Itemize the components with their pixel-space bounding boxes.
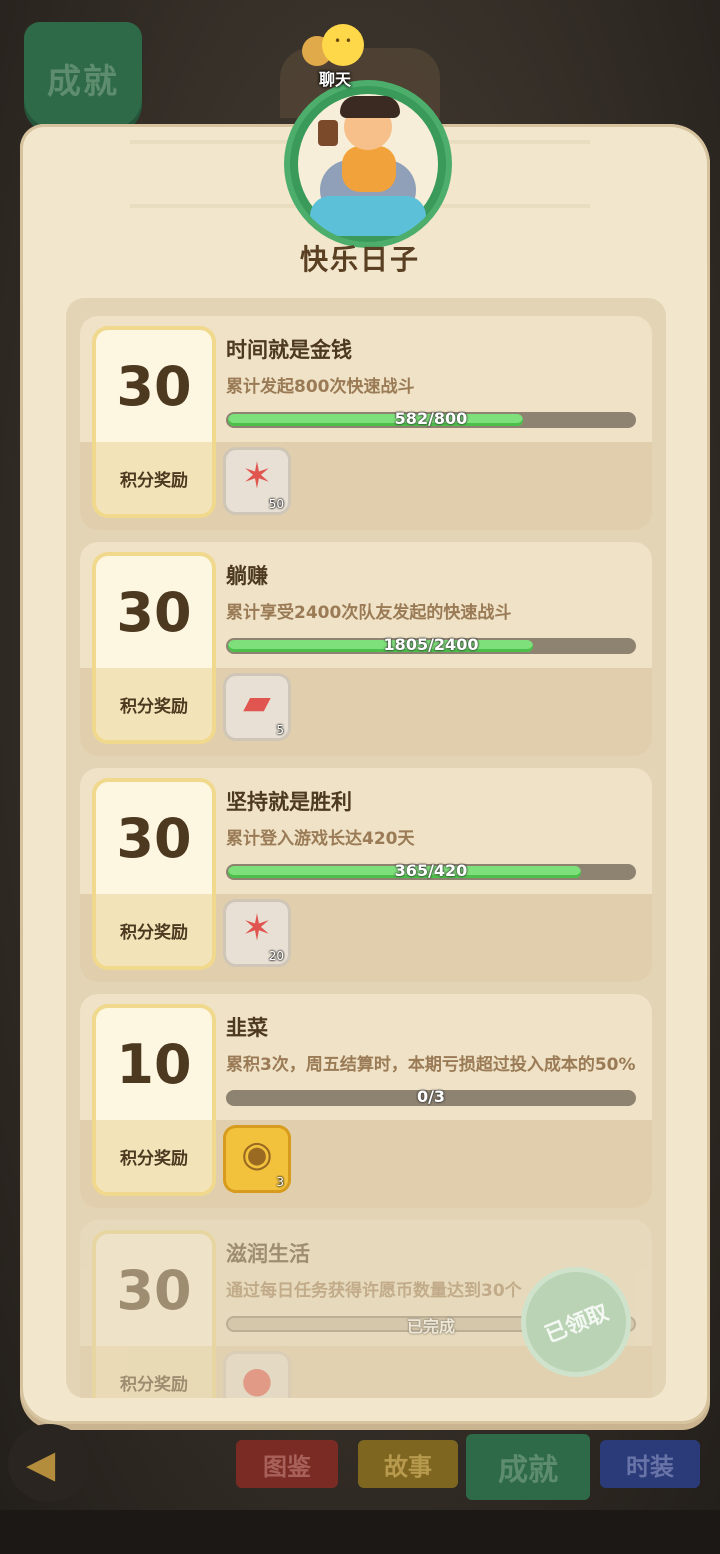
- points-label: 积分奖励: [96, 668, 212, 740]
- reward-count: 20: [268, 949, 284, 963]
- points-label: 积分奖励: [96, 1346, 212, 1398]
- achievement-description: 累计发起800次快速战斗: [226, 377, 415, 397]
- achievement-name: 时间就是金钱: [226, 338, 352, 362]
- treasure-icon: ◉: [241, 1134, 273, 1175]
- achievement-name: 韭菜: [226, 1016, 268, 1040]
- tab-catalog[interactable]: 图鉴: [236, 1440, 338, 1488]
- back-button[interactable]: ◀: [8, 1424, 90, 1502]
- progress-text: 0/3: [416, 1087, 446, 1106]
- tab-badge-label: 成就: [47, 61, 119, 102]
- chat-label: 聊天: [318, 70, 351, 89]
- points-value: 30: [116, 580, 192, 644]
- progress-bar: 582/800: [226, 409, 636, 428]
- reward-item[interactable]: ▰ 5: [226, 676, 288, 738]
- reward-count: 5: [276, 723, 284, 737]
- points-label: 积分奖励: [96, 1120, 212, 1192]
- page-title: 快乐日子: [299, 243, 420, 276]
- player-avatar[interactable]: [290, 86, 446, 242]
- points-box: 30 积分奖励: [96, 1234, 212, 1398]
- achievement-description: 累积3次，周五结算时，本期亏损超过投入成本的50%: [226, 1055, 636, 1075]
- achievement-description: 累计享受2400次队友发起的快速战斗: [226, 603, 512, 623]
- progress-bar: 365/420: [226, 861, 636, 880]
- points-label: 积分奖励: [96, 442, 212, 514]
- achievement-card: 30 积分奖励 坚持就是胜利 累计登入游戏长达420天 365/420 ✶ 20: [80, 768, 652, 982]
- achievement-list[interactable]: 30 积分奖励 时间就是金钱 累计发起800次快速战斗 582/800 ✶ 50…: [66, 298, 666, 1398]
- reward-count: 3: [276, 1175, 284, 1189]
- points-label: 积分奖励: [96, 894, 212, 966]
- progress-text: 1805/2400: [383, 635, 479, 654]
- achievement-name: 滋润生活: [226, 1242, 310, 1266]
- chat-button[interactable]: 聊天: [300, 22, 370, 92]
- starfish-icon: ✶: [241, 908, 273, 949]
- progress-text: 582/800: [394, 409, 468, 428]
- points-value: 30: [116, 806, 192, 870]
- reward-item[interactable]: ●: [226, 1354, 288, 1398]
- points-box: 30 积分奖励: [96, 556, 212, 740]
- points-value: 10: [116, 1032, 192, 1096]
- achievement-description: 通过每日任务获得许愿币数量达到30个: [226, 1281, 522, 1301]
- reward-count: 50: [268, 497, 284, 511]
- tab-story[interactable]: 故事: [358, 1440, 458, 1488]
- tab-achievements[interactable]: 成就: [466, 1434, 590, 1500]
- starfish-icon: ✶: [241, 456, 273, 497]
- points-box: 30 积分奖励: [96, 330, 212, 514]
- points-box: 30 积分奖励: [96, 782, 212, 966]
- reward-item[interactable]: ✶ 20: [226, 902, 288, 964]
- chat-face-icon: [322, 24, 364, 66]
- back-arrow-icon: ◀: [26, 1442, 56, 1486]
- achievement-name: 坚持就是胜利: [226, 790, 352, 814]
- achievement-card: 10 积分奖励 韭菜 累积3次，周五结算时，本期亏损超过投入成本的50% 0/3…: [80, 994, 652, 1208]
- progress-text: 365/420: [394, 861, 468, 880]
- progress-bar: 0/3: [226, 1087, 636, 1106]
- reward-item[interactable]: ✶ 50: [226, 450, 288, 512]
- achievement-card: 30 积分奖励 时间就是金钱 累计发起800次快速战斗 582/800 ✶ 50: [80, 316, 652, 530]
- progress-bar: 1805/2400: [226, 635, 636, 654]
- achievement-description: 累计登入游戏长达420天: [226, 829, 415, 849]
- tab-outfit[interactable]: 时装: [600, 1440, 700, 1488]
- bottom-bar: [0, 1510, 720, 1554]
- reward-item[interactable]: ◉ 3: [226, 1128, 288, 1190]
- achievement-card: 30 积分奖励 躺赚 累计享受2400次队友发起的快速战斗 1805/2400 …: [80, 542, 652, 756]
- points-value: 30: [116, 1258, 192, 1322]
- achievements-tab-badge: 成就: [24, 22, 142, 134]
- achievement-name: 躺赚: [226, 564, 268, 588]
- points-value: 30: [116, 354, 192, 418]
- ticket-icon: ▰: [243, 682, 271, 723]
- coin-icon: ●: [241, 1360, 273, 1398]
- points-box: 10 积分奖励: [96, 1008, 212, 1192]
